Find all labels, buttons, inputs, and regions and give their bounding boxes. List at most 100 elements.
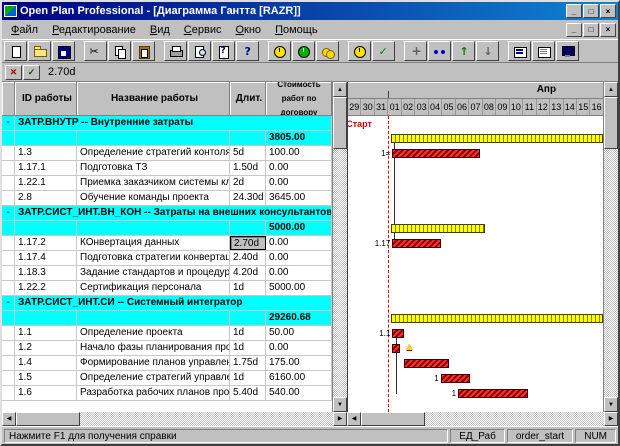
duration-cell[interactable] <box>230 221 266 235</box>
cut-button[interactable] <box>84 41 107 61</box>
id-cell[interactable]: 1.2 <box>15 341 77 355</box>
scroll-up-icon[interactable]: ▲ <box>604 82 618 97</box>
help-button[interactable] <box>236 41 259 61</box>
table-hscroll-thumb[interactable] <box>16 412 80 426</box>
menu-item-tools[interactable]: Сервис <box>177 22 229 38</box>
id-cell[interactable]: 1.17.2 <box>15 236 77 250</box>
scroll-right-icon[interactable]: ▶ <box>604 412 618 426</box>
name-cell[interactable]: Подготовка стратегии конвертации <box>77 251 230 265</box>
gantt-vscroll-track[interactable] <box>604 97 618 397</box>
id-cell[interactable]: 1.18.3 <box>15 266 77 280</box>
gantt-hscroll-thumb[interactable] <box>361 412 425 426</box>
scroll-down-icon[interactable]: ▼ <box>333 397 347 412</box>
id-cell[interactable]: 1.6 <box>15 386 77 400</box>
outline-toggle[interactable]: - <box>2 116 15 130</box>
duration-cell[interactable]: 5d <box>230 146 266 160</box>
table-row-summary[interactable]: 5000.00 <box>2 221 332 236</box>
progress-button[interactable] <box>348 41 371 61</box>
cost-analysis-button[interactable] <box>316 41 339 61</box>
task-bar[interactable] <box>458 389 528 398</box>
cost-cell[interactable]: 50.00 <box>266 326 332 340</box>
gantt-vscrollbar[interactable]: ▲ ▼ <box>603 82 618 412</box>
name-cell[interactable]: Задание стандартов и процедур по д <box>77 266 230 280</box>
time-analysis-button[interactable] <box>268 41 291 61</box>
gantt-view-button[interactable] <box>508 41 531 61</box>
name-cell[interactable]: Обучение команды проекта <box>77 191 230 205</box>
cost-cell[interactable]: 5000.00 <box>266 221 332 235</box>
link-activities-button[interactable] <box>428 41 451 61</box>
cost-cell[interactable]: 29260.68 <box>266 311 332 325</box>
table-row-1.17.1[interactable]: 1.17.1Подготовка ТЗ1.50d0.00 <box>2 161 332 176</box>
table-vscroll-thumb[interactable] <box>333 97 347 149</box>
id-cell[interactable] <box>15 221 77 235</box>
id-cell[interactable]: 1.22.1 <box>15 176 77 190</box>
name-cell[interactable] <box>77 221 230 235</box>
new-button[interactable] <box>4 41 27 61</box>
name-cell[interactable]: Подготовка ТЗ <box>77 161 230 175</box>
id-cell[interactable] <box>15 311 77 325</box>
id-cell[interactable] <box>15 131 77 145</box>
table-vscroll-track[interactable] <box>333 97 347 397</box>
resource-scheduling-button[interactable] <box>292 41 315 61</box>
summary-bar[interactable] <box>391 314 603 323</box>
scroll-left-icon[interactable]: ◀ <box>2 412 16 426</box>
gantt-hscroll-track[interactable] <box>361 412 604 426</box>
table-hscroll-track[interactable] <box>16 412 333 426</box>
id-cell[interactable]: 1.5 <box>15 371 77 385</box>
table-row-1.18.3[interactable]: 1.18.3Задание стандартов и процедур по д… <box>2 266 332 281</box>
mdi-minimize-button[interactable]: _ <box>566 23 582 37</box>
cost-cell[interactable]: 0.00 <box>266 266 332 280</box>
edit-value-field[interactable]: 2.70d <box>42 66 76 78</box>
name-cell[interactable] <box>77 131 230 145</box>
print-button[interactable] <box>164 41 187 61</box>
gantt-body[interactable]: Старт1=1.171.1▲11 <box>348 116 603 412</box>
menu-item-window[interactable]: Окно <box>228 22 268 38</box>
scroll-right-icon[interactable]: ▶ <box>333 412 347 426</box>
name-cell[interactable]: Сертификация персонала <box>77 281 230 295</box>
table-row-1.1[interactable]: 1.1Определение проекта1d50.00 <box>2 326 332 341</box>
summary-bar[interactable] <box>391 224 485 233</box>
cost-cell[interactable]: 0.00 <box>266 161 332 175</box>
menu-item-help[interactable]: Помощь <box>268 22 325 38</box>
table-row-1.17.4[interactable]: 1.17.4Подготовка стратегии конвертации2.… <box>2 251 332 266</box>
header-activity-name[interactable]: Название работы <box>77 82 230 116</box>
cost-cell[interactable]: 0.00 <box>266 251 332 265</box>
id-cell[interactable]: 1.17.4 <box>15 251 77 265</box>
duration-cell[interactable]: 4.20d <box>230 266 266 280</box>
cost-cell[interactable]: 540.00 <box>266 386 332 400</box>
duration-cell[interactable]: 1d <box>230 326 266 340</box>
table-row-1.4[interactable]: 1.4Формирование планов управления1.75d17… <box>2 356 332 371</box>
table-row-1.22.1[interactable]: 1.22.1Приемка заказчиком системы клиент2… <box>2 176 332 191</box>
duration-cell[interactable] <box>230 131 266 145</box>
duration-cell[interactable]: 1d <box>230 281 266 295</box>
cost-cell[interactable]: 0.00 <box>266 176 332 190</box>
id-cell[interactable]: 1.4 <box>15 356 77 370</box>
header-activity-id[interactable]: ID работы <box>15 82 77 116</box>
open-button[interactable] <box>28 41 51 61</box>
scroll-up-icon[interactable]: ▲ <box>333 82 347 97</box>
header-contract-cost[interactable]: Стоимость работ по договору <box>266 82 332 116</box>
duration-cell[interactable] <box>230 311 266 325</box>
table-hscrollbar[interactable]: ◀ ▶ <box>2 412 347 426</box>
header-duration[interactable]: Длит. <box>230 82 266 116</box>
outline-toggle[interactable]: - <box>2 206 15 220</box>
duration-cell[interactable]: 1d <box>230 341 266 355</box>
cost-cell[interactable]: 5000.00 <box>266 281 332 295</box>
maximize-button[interactable]: □ <box>583 4 599 18</box>
id-cell[interactable]: 2.8 <box>15 191 77 205</box>
cost-cell[interactable]: 6160.00 <box>266 371 332 385</box>
milestone-marker[interactable]: ▲ <box>404 342 414 354</box>
complete-button[interactable] <box>372 41 395 61</box>
duration-cell[interactable]: 1.50d <box>230 161 266 175</box>
table-row-1.6[interactable]: 1.6Разработка рабочих планов проекта5.40… <box>2 386 332 401</box>
paste-button[interactable] <box>132 41 155 61</box>
cancel-button[interactable]: ✕ <box>5 65 22 80</box>
duration-cell[interactable]: 1d <box>230 371 266 385</box>
scroll-left-icon[interactable]: ◀ <box>347 412 361 426</box>
menu-item-view[interactable]: Вид <box>143 22 177 38</box>
table-vscrollbar[interactable]: ▲ ▼ <box>332 82 347 412</box>
task-bar[interactable] <box>392 239 440 248</box>
mdi-close-button[interactable]: × <box>600 23 616 37</box>
duration-cell[interactable]: 24.30d <box>230 191 266 205</box>
move-down-button[interactable] <box>476 41 499 61</box>
